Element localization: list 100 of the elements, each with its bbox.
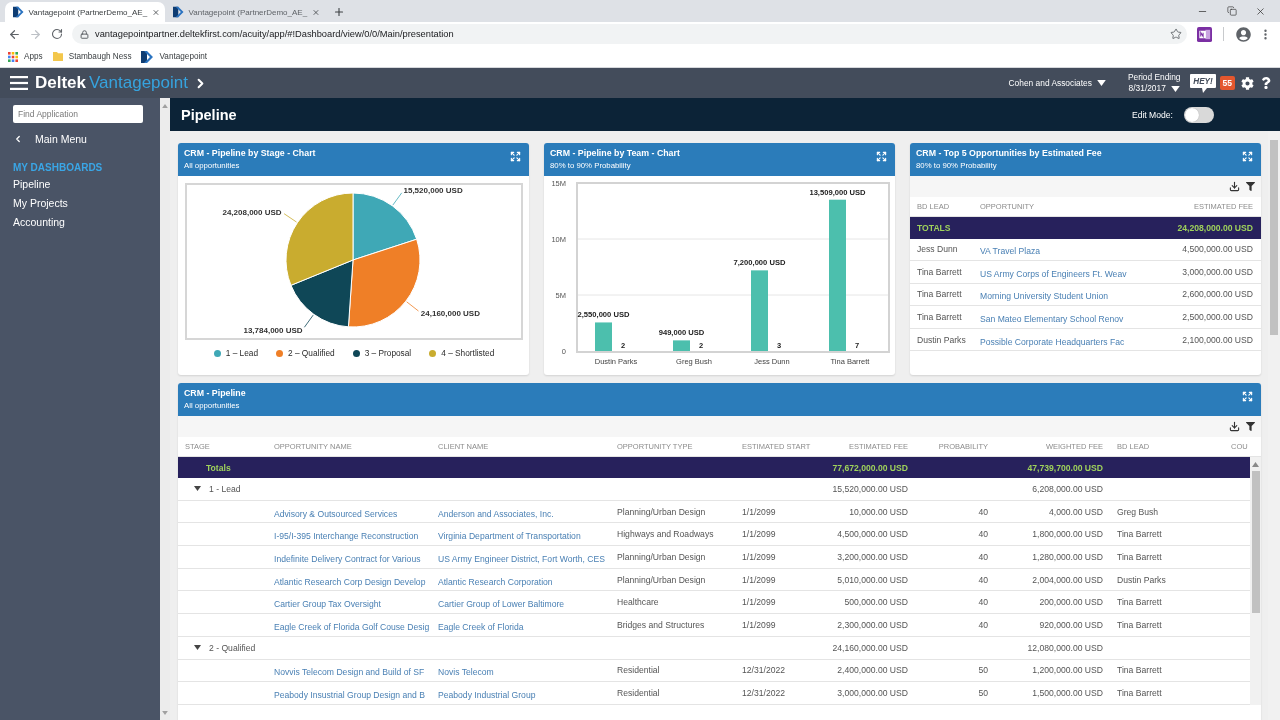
bookmark-link[interactable]: Stambaugh Ness <box>52 52 132 61</box>
card-title: CRM - Pipeline <box>184 388 246 398</box>
card-title: CRM - Pipeline by Stage - Chart <box>184 148 316 158</box>
expand-icon[interactable] <box>1242 391 1253 402</box>
table-cell-text: 1,280,000.00 USD <box>1031 551 1104 562</box>
opportunity-link[interactable]: Atlantic Research Corp Design Develop <box>274 576 426 587</box>
legend-swatch-icon <box>213 349 221 357</box>
client-link[interactable]: Virginia Department of Transportation <box>438 531 581 542</box>
scrollbar-thumb[interactable] <box>1270 140 1278 335</box>
opportunity-link[interactable]: Cartier Group Tax Oversight <box>274 599 381 610</box>
table-cell-text: 15,520,000.00 USD <box>831 483 909 494</box>
expand-icon[interactable] <box>1242 151 1253 162</box>
client-link[interactable]: Atlantic Research Corporation <box>438 576 553 587</box>
table-cell-text: Tina Barrett <box>1116 619 1163 630</box>
table-cell-text: 3,000,000.00 USD <box>836 688 909 699</box>
table-cell-text: 10,000.00 USD <box>848 506 909 517</box>
chat-button[interactable]: HEY! <box>1189 73 1216 93</box>
site-logo-icon <box>173 6 184 18</box>
opportunity-link[interactable]: VA Travel Plaza <box>980 246 1041 257</box>
group-label: 1 - Lead <box>209 483 241 494</box>
table-cell-text: 24,160,000.00 USD <box>831 642 909 653</box>
browser-tab[interactable]: Vantagepoint (PartnerDemo_AE_ <box>5 2 165 22</box>
restore-icon[interactable] <box>1226 6 1237 16</box>
table-cell-text: 40 <box>977 619 989 630</box>
table-cell-text: 50 <box>977 688 989 699</box>
opportunity-link[interactable]: Indefinite Delivery Contract for Various <box>274 553 421 564</box>
section-heading: MY DASHBOARDS <box>13 162 103 173</box>
address-bar[interactable]: vantagepointpartner.deltekfirst.com/acuity/app/#!Dashboard/view/0/0/Main/presentation <box>72 24 1187 44</box>
opportunity-link[interactable]: Eagle Creek of Florida Golf Couse Desig <box>274 621 430 632</box>
client-link[interactable]: Cartier Group of Lower Baltimore <box>438 599 565 610</box>
leader-line <box>392 192 403 206</box>
table-cell-text: Tina Barrett <box>916 312 963 323</box>
legend-swatch-icon <box>352 349 360 357</box>
opportunity-link[interactable]: San Mateo Elementary School Renov <box>980 314 1124 325</box>
table-cell-text: 1/1/2099 <box>742 529 777 540</box>
scrollbar[interactable] <box>1250 457 1261 705</box>
table-cell-text: Dustin Parks <box>1116 574 1167 585</box>
table-cell-text: 4,500,000.00 USD <box>836 529 909 540</box>
folder-icon <box>52 52 63 61</box>
close-icon[interactable] <box>312 7 320 17</box>
opportunity-link[interactable]: US Army Corps of Engineers Ft. Weav <box>980 268 1127 279</box>
table-cell-text: Tina Barrett <box>1116 688 1163 699</box>
toggle-switch[interactable] <box>1184 106 1214 123</box>
note-app-icon[interactable] <box>1196 26 1212 42</box>
download-icon[interactable] <box>1229 181 1240 192</box>
client-link[interactable]: US Army Engineer District, Fort Worth, CES <box>438 553 605 564</box>
bookmark-link[interactable]: Apps <box>8 51 43 62</box>
menu-icon[interactable] <box>10 76 28 90</box>
opportunity-link[interactable]: Novvis Telecom Design and Build of SF <box>274 667 425 678</box>
opportunity-link[interactable]: Peabody Insustrial Group Design and B <box>274 690 425 701</box>
help-icon[interactable] <box>1260 77 1272 89</box>
table-cell-text: 1,800,000.00 USD <box>1031 529 1104 540</box>
table-cell-text: 1/1/2099 <box>742 574 777 585</box>
new-tab-icon[interactable] <box>333 6 345 18</box>
expand-icon[interactable] <box>510 151 521 162</box>
table-cell-text: 12,080,000.00 USD <box>1026 642 1104 653</box>
profile-icon[interactable] <box>1235 26 1251 42</box>
filter-icon[interactable] <box>1246 422 1255 431</box>
bookmark-link[interactable]: Vantagepoint <box>141 50 208 63</box>
sidebar-item[interactable]: Pipeline <box>13 178 51 192</box>
period-selector[interactable]: Period Ending 8/31/2017 <box>1127 72 1181 94</box>
client-link[interactable]: Novis Telecom <box>438 667 494 678</box>
client-link[interactable]: Anderson and Associates, Inc. <box>438 508 554 519</box>
table-cell-text: 2,300,000.00 USD <box>836 619 909 630</box>
table-cell-text: Planning/Urban Design <box>617 574 707 585</box>
leader-line <box>283 213 297 223</box>
opportunity-link[interactable]: Morning University Student Union <box>980 291 1108 302</box>
download-icon[interactable] <box>1229 421 1240 432</box>
close-icon[interactable] <box>152 7 160 17</box>
notification-badge[interactable]: 55 <box>1219 76 1235 90</box>
site-logo-icon <box>141 50 154 63</box>
client-link[interactable]: Eagle Creek of Florida <box>438 621 524 632</box>
expand-icon[interactable] <box>876 151 887 162</box>
star-icon[interactable] <box>1170 28 1182 40</box>
settings-icon[interactable] <box>1241 76 1254 90</box>
table-cell-text: 40 <box>977 551 989 562</box>
table-cell-text: 200,000.00 USD <box>1038 597 1104 608</box>
opportunity-link[interactable]: Advisory & Outsourced Services <box>274 508 398 519</box>
main-menu-link[interactable]: Main Menu <box>13 131 87 147</box>
back-icon[interactable] <box>8 27 21 41</box>
scroll-up-icon[interactable] <box>1252 462 1259 467</box>
caret-icon[interactable] <box>194 486 201 492</box>
browser-tab[interactable]: Vantagepoint (PartnerDemo_AE_ <box>165 2 325 22</box>
opportunity-link[interactable]: I-95/I-395 Interchange Reconstruction <box>274 531 419 542</box>
sidebar-item[interactable]: My Projects <box>13 197 68 211</box>
filter-icon[interactable] <box>1246 182 1255 191</box>
sidebar-item[interactable]: Accounting <box>13 216 65 230</box>
scrollbar-thumb[interactable] <box>1251 471 1260 613</box>
legend-swatch-icon <box>429 349 437 357</box>
company-selector[interactable]: Cohen and Associates <box>1008 78 1106 88</box>
table-cell-text: 4,000.00 USD <box>1048 506 1104 517</box>
close-icon[interactable] <box>1255 5 1266 17</box>
table-cell-text: 2,600,000.00 USD <box>1182 289 1254 300</box>
reload-icon[interactable] <box>50 28 63 40</box>
table-cell-text: 40 <box>977 574 989 585</box>
caret-icon[interactable] <box>194 645 201 651</box>
opportunity-link[interactable]: Possible Corporate Headquarters Fac <box>980 336 1125 347</box>
search-field[interactable]: Find Application <box>13 105 143 123</box>
table-cell-text: Residential <box>617 688 661 699</box>
client-link[interactable]: Peabody Industrial Group <box>438 690 536 701</box>
